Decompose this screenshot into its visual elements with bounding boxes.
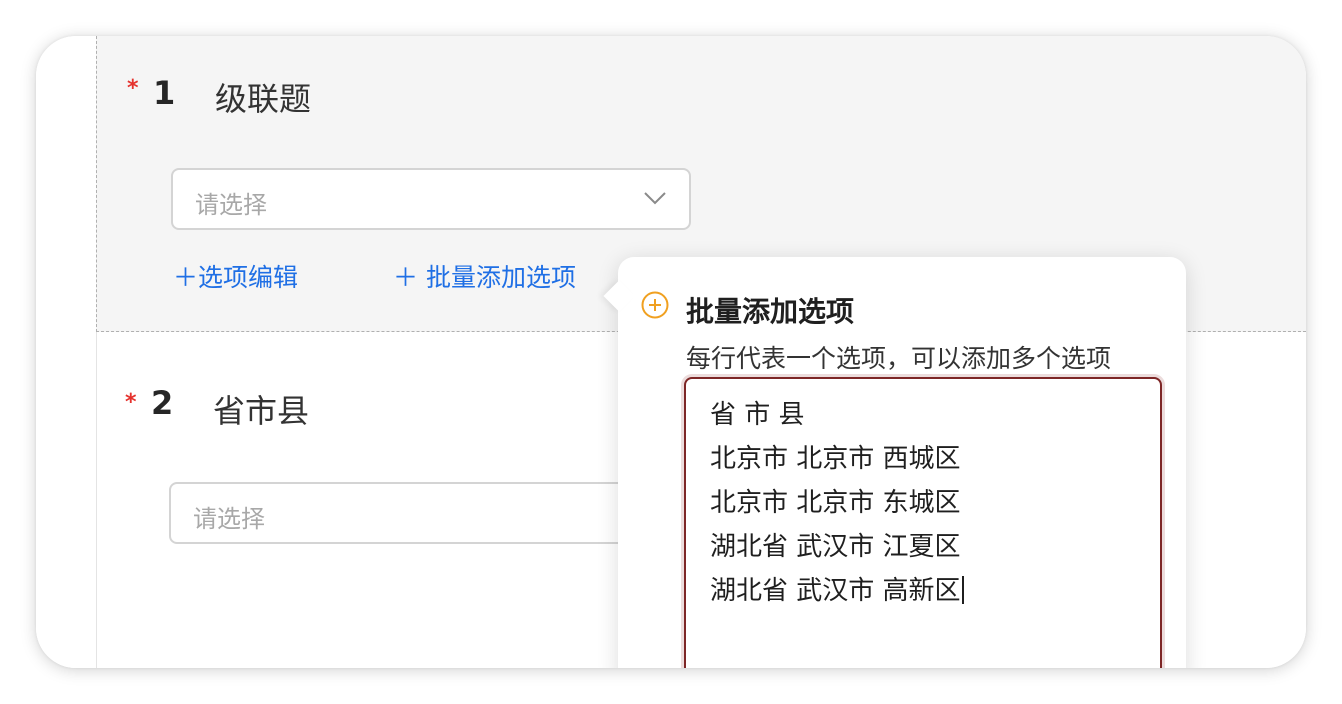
question-title: 级联题 xyxy=(215,80,312,118)
question-title: 省市县 xyxy=(213,392,310,430)
textarea-content: 省 市 县 北京市 北京市 西城区 北京市 北京市 东城区 湖北省 武汉市 江夏… xyxy=(710,393,964,613)
question-number: 2 xyxy=(151,384,174,422)
plus-circle-icon xyxy=(641,291,669,319)
question-number: 1 xyxy=(153,74,176,112)
batch-options-textarea[interactable]: 省 市 县 北京市 北京市 西城区 北京市 北京市 东城区 湖北省 武汉市 江夏… xyxy=(684,377,1162,668)
app-window: * 1 级联题 请选择 ＋选项编辑 ＋ 批量添加选项 * 2 省市县 请选择 批… xyxy=(36,36,1306,668)
text-caret xyxy=(961,576,964,604)
popover-title: 批量添加选项 xyxy=(686,295,855,328)
option-line: 北京市 北京市 东城区 xyxy=(710,488,961,518)
option-line-last: 湖北省 武汉市 高新区 xyxy=(710,569,964,613)
select-placeholder: 请选择 xyxy=(195,191,267,219)
required-mark: * xyxy=(127,76,139,101)
popover-description: 每行代表一个选项，可以添加多个选项 xyxy=(686,344,1112,373)
option-line-text: 湖北省 武汉市 高新区 xyxy=(710,576,961,606)
option-line: 省 市 县 xyxy=(710,400,805,430)
batch-add-popover: 批量添加选项 每行代表一个选项，可以添加多个选项 省 市 县 北京市 北京市 西… xyxy=(603,257,1186,668)
edit-options-button[interactable]: ＋选项编辑 xyxy=(173,258,298,294)
select-placeholder: 请选择 xyxy=(193,505,265,533)
chevron-down-icon xyxy=(644,192,666,205)
option-line: 北京市 北京市 西城区 xyxy=(710,444,961,474)
batch-add-options-button[interactable]: ＋ 批量添加选项 xyxy=(393,258,576,294)
cascade-select[interactable]: 请选择 xyxy=(171,168,691,230)
cascade-select[interactable]: 请选择 xyxy=(169,482,689,544)
required-mark: * xyxy=(125,390,137,415)
option-line: 湖北省 武汉市 江夏区 xyxy=(710,532,961,562)
left-rail xyxy=(36,36,96,668)
